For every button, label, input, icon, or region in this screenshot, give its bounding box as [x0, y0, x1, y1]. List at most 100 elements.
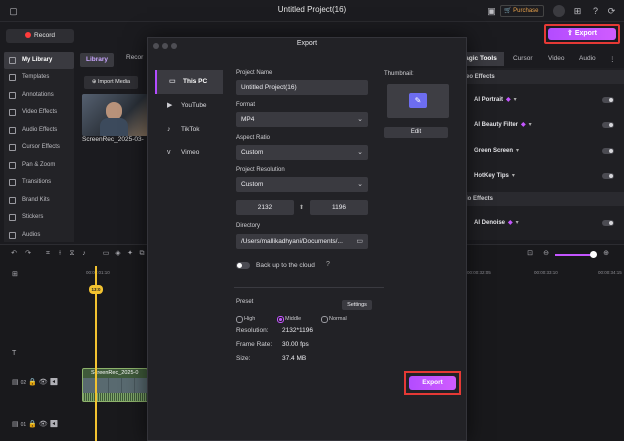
mic-icon[interactable]: ♪ [80, 250, 88, 258]
aspect-ratio-select[interactable]: Custom ⌄ [236, 145, 368, 160]
preset-normal-radio[interactable]: Normal [321, 315, 347, 323]
record-label: Record [34, 32, 55, 39]
sidebar-item-label: Audio Effects [22, 127, 58, 133]
dialog-title: Export [296, 40, 318, 47]
feature-label: AI Portrait [474, 97, 504, 103]
sidebar-item-templates[interactable]: Templates [4, 69, 74, 86]
project-name-input[interactable]: Untitled Project(16) [236, 80, 368, 95]
format-select[interactable]: MP4 ⌄ [236, 112, 368, 127]
feature-ai-beauty-filter[interactable]: AI Beauty Filter ◆ ▾ [474, 118, 624, 132]
sidebar-item-audio-effects[interactable]: Audio Effects [4, 122, 74, 139]
ai-portrait-toggle[interactable] [602, 97, 614, 103]
playhead-handle[interactable]: 13:0 [89, 285, 103, 294]
sidebar-item-pan-zoom[interactable]: Pan & Zoom [4, 157, 74, 174]
sidebar-item-brand-kits[interactable]: Brand Kits [4, 192, 74, 209]
help-icon[interactable]: ? [326, 261, 330, 268]
sidebar-item-video-effects[interactable]: Video Effects [4, 104, 74, 121]
chevron-down-icon[interactable]: ▾ [516, 148, 519, 154]
edit-thumbnail-button[interactable]: Edit [384, 127, 448, 138]
dest-tiktok[interactable]: ♪ TikTok [155, 118, 223, 142]
sync-icon[interactable]: ⟳ [606, 6, 617, 17]
dest-this-pc[interactable]: ▭ This PC [155, 70, 223, 94]
zoom-in-icon[interactable]: ⊕ [602, 250, 610, 258]
cloud-backup-label: Back up to the cloud [256, 262, 315, 269]
tab-cursor[interactable]: Cursor [513, 55, 533, 62]
avatar[interactable] [553, 5, 565, 17]
export-top-button[interactable]: ⇪ Export [548, 28, 616, 40]
height-input[interactable]: 1196 [310, 200, 368, 215]
tab-library[interactable]: Library [80, 53, 114, 67]
more-tools-icon[interactable]: ⧉ [138, 250, 146, 258]
redo-icon[interactable]: ↷ [24, 250, 32, 258]
green-screen-toggle[interactable] [602, 148, 614, 154]
ai-denoise-toggle[interactable] [602, 220, 614, 226]
undo-icon[interactable]: ↶ [10, 250, 18, 258]
fit-icon[interactable]: ⊡ [526, 250, 534, 258]
chevron-down-icon: ⌄ [357, 116, 363, 123]
layout-icon[interactable]: ▢ [8, 6, 19, 17]
cloud-backup-toggle[interactable] [236, 262, 250, 269]
sidebar-item-label: Brand Kits [22, 197, 50, 203]
media-thumbnail[interactable] [82, 94, 148, 136]
cursor-effects-icon [9, 144, 16, 151]
record-button[interactable]: Record [6, 29, 74, 43]
preset-middle-radio[interactable]: Middle [277, 315, 301, 323]
screen-icon[interactable]: ▣ [486, 6, 497, 17]
premium-gem-icon: ◆ [508, 220, 513, 226]
sidebar-item-audios[interactable]: Audios [4, 227, 74, 244]
purchase-button[interactable]: 🛒 Purchase [500, 5, 544, 17]
directory-label: Directory [236, 223, 261, 229]
library-icon [9, 57, 16, 64]
directory-input[interactable]: /Users/mallikadhyani/Documents/... ▭ [236, 234, 368, 249]
folder-icon[interactable]: ▭ [353, 234, 363, 249]
dest-vimeo[interactable]: v Vimeo [155, 141, 223, 165]
add-track-icon[interactable]: ⊞ [12, 270, 18, 278]
split-icon[interactable]: ⟊ [56, 250, 64, 258]
tab-record[interactable]: Recor [126, 54, 143, 61]
dest-label: YouTube [181, 102, 207, 109]
dest-youtube[interactable]: ▶ YouTube [155, 94, 223, 118]
zoom-out-icon[interactable]: ⊖ [542, 250, 550, 258]
feature-hotkey-tips[interactable]: HotKey Tips ▾ [474, 169, 624, 183]
crop-icon[interactable]: ⌗ [44, 250, 52, 258]
effect-icon[interactable]: ✦ [126, 250, 134, 258]
chevron-down-icon[interactable]: ▾ [512, 173, 515, 179]
feature-green-screen[interactable]: Green Screen ▾ [474, 144, 624, 158]
sidebar-item-annotations[interactable]: Annotations [4, 87, 74, 104]
help-icon[interactable]: ? [590, 6, 601, 17]
hotkey-tips-toggle[interactable] [602, 173, 614, 179]
export-top-label: Export [574, 30, 597, 37]
width-input[interactable]: 2132 [236, 200, 294, 215]
upload-icon: ⇪ [567, 30, 575, 37]
ai-beauty-toggle[interactable] [602, 122, 614, 128]
spec-resolution-value: 2132*1196 [282, 327, 313, 334]
directory-value: /Users/mallikadhyani/Documents/... [241, 238, 343, 245]
freeze-icon[interactable]: ⧖ [68, 250, 76, 258]
zoom-slider[interactable] [555, 254, 595, 256]
grid-icon[interactable]: ⊞ [572, 6, 583, 17]
dest-label: This PC [183, 78, 208, 85]
settings-button[interactable]: Settings [342, 300, 372, 310]
sidebar-item-cursor-effects[interactable]: Cursor Effects [4, 139, 74, 156]
chevron-down-icon[interactable]: ▾ [514, 97, 517, 103]
sidebar-item-my-library[interactable]: My Library [4, 52, 74, 69]
import-media-button[interactable]: ⊕ Import Media [84, 76, 138, 89]
feature-ai-portrait[interactable]: AI Portrait ◆ ▾ [474, 93, 624, 107]
tab-audio[interactable]: Audio [579, 55, 596, 62]
resolution-select[interactable]: Custom ⌄ [236, 177, 368, 192]
sidebar-item-transitions[interactable]: Transitions [4, 174, 74, 191]
feature-ai-denoise[interactable]: AI Denoise ◆ ▾ [474, 216, 624, 230]
more-tabs-icon[interactable]: ⋮ [609, 55, 616, 63]
marker-icon[interactable]: ◈ [114, 250, 122, 258]
timeline-clip[interactable]: ScreenRec_2025-0 [82, 368, 148, 402]
zoom-slider-handle[interactable] [590, 251, 597, 258]
export-button[interactable]: Export [409, 376, 456, 390]
sidebar-item-stickers[interactable]: Stickers [4, 209, 74, 226]
caption-icon[interactable]: ▭ [102, 250, 110, 258]
link-aspect-icon[interactable]: ⬆ [299, 204, 304, 211]
chevron-down-icon[interactable]: ▾ [516, 220, 519, 226]
tab-video[interactable]: Video [548, 55, 565, 62]
chevron-down-icon[interactable]: ▾ [529, 122, 532, 128]
thumbnail-preview[interactable]: ✎ [387, 84, 449, 118]
preset-high-radio[interactable]: High [236, 315, 255, 323]
